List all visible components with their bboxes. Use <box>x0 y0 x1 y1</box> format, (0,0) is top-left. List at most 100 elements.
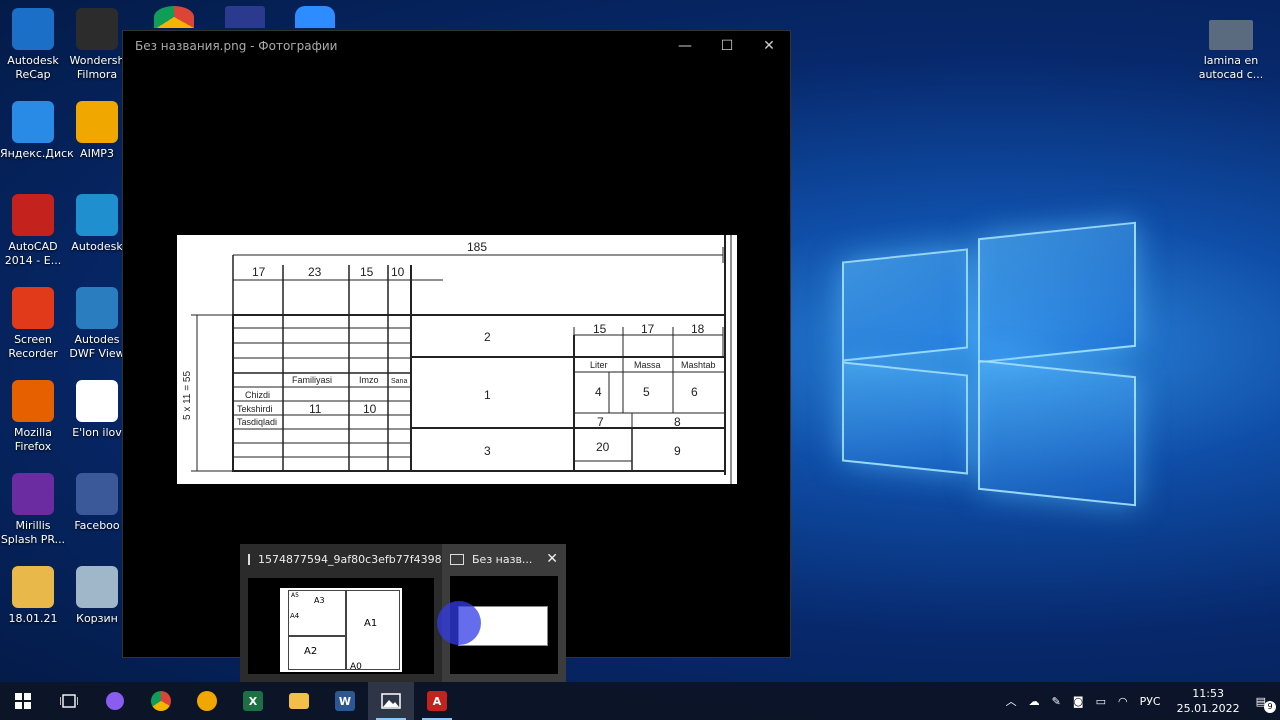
desktop-icon-label: Autodesk <box>71 240 123 253</box>
desktop-icon-label: Mirillis Splash PR... <box>0 519 66 546</box>
taskbar-autocad[interactable]: A <box>414 682 460 720</box>
app-tray-icon[interactable]: ◙ <box>1067 695 1090 708</box>
sheet-label-a4: A4 <box>290 612 300 620</box>
app-icon <box>12 473 54 515</box>
cortana-icon <box>106 692 124 710</box>
taskbar-chrome[interactable] <box>138 682 184 720</box>
sheet-label-a1: A1 <box>364 618 378 629</box>
cell-10: 10 <box>363 402 377 416</box>
desktop-icon[interactable]: Яндекс.Диск <box>0 101 74 161</box>
desktop-icon-label: Wondersh Filmora <box>69 54 125 81</box>
dim-vertical: 5 x 11 = 55 <box>182 371 193 420</box>
taskbar-word[interactable]: W <box>322 682 368 720</box>
window-titlebar[interactable]: Без названия.png - Фотографии — ☐ ✕ <box>123 31 790 61</box>
thumbnail-close-button[interactable]: ✕ <box>546 551 566 567</box>
desktop-icon[interactable]: AutoCAD 2014 - E... <box>0 194 66 268</box>
dim-10: 10 <box>391 265 405 279</box>
app-icon <box>12 8 54 50</box>
clock-date: 25.01.2022 <box>1176 702 1240 715</box>
cell-9: 9 <box>674 444 681 458</box>
desktop-icon[interactable]: Autodes DWF View <box>64 287 130 361</box>
desktop-icon-top-chrome[interactable] <box>150 6 198 32</box>
sheet-label-a5: A5 <box>291 592 299 599</box>
video-file-icon <box>1209 20 1253 50</box>
desktop-icon-label: Autodesk ReCap <box>7 54 59 81</box>
desktop-icon[interactable]: Mozilla Firefox <box>0 380 66 454</box>
app-icon <box>76 473 118 515</box>
clock[interactable]: 11:53 25.01.2022 <box>1167 686 1250 716</box>
sheet-label-a0: A0 <box>350 662 362 672</box>
folder-icon <box>289 693 309 709</box>
taskbar: X W A ︿ ☁ ✎ ◙ ▭ ◠ РУС 11:53 25.01.2022 ▤… <box>0 682 1280 720</box>
pen-icon[interactable]: ✎ <box>1046 695 1067 708</box>
minimize-button[interactable]: — <box>664 38 706 54</box>
cell-11: 11 <box>309 402 322 416</box>
word-icon: W <box>335 691 355 711</box>
title-block-svg: 185 17 23 15 10 15 17 18 5 x 11 = 55 Fam… <box>182 235 732 484</box>
desktop-icon[interactable]: E'lon ilov <box>64 380 130 440</box>
title-block-drawing: 185 17 23 15 10 15 17 18 5 x 11 = 55 Fam… <box>177 235 737 484</box>
maximize-button[interactable]: ☐ <box>706 38 748 54</box>
chrome-icon <box>154 6 194 28</box>
windows-logo-wallpaper <box>780 200 1200 530</box>
desktop-icon[interactable]: Mirillis Splash PR... <box>0 473 66 547</box>
app-icon <box>76 287 118 329</box>
app-icon <box>76 8 118 50</box>
desktop-icon[interactable]: Autodesk <box>64 194 130 254</box>
dim-23: 23 <box>308 265 322 279</box>
row-chizdi: Chizdi <box>245 390 270 400</box>
taskbar-excel[interactable]: X <box>230 682 276 720</box>
thumbnail-preview: A5 A3 A4 A1 A2 A0 <box>248 578 434 674</box>
app-icon <box>12 287 54 329</box>
app-icon <box>12 194 54 236</box>
task-view-button[interactable] <box>46 682 92 720</box>
chevron-up-icon[interactable]: ︿ <box>1000 693 1023 709</box>
app-icon <box>76 194 118 236</box>
start-button[interactable] <box>0 682 46 720</box>
desktop-icon-label: E'lon ilov <box>72 426 122 439</box>
dim-right-18: 18 <box>691 322 705 336</box>
battery-icon[interactable]: ▭ <box>1090 695 1112 708</box>
cortana-button[interactable] <box>92 682 138 720</box>
cell-mashtab: Mashtab <box>681 360 716 370</box>
action-center-button[interactable]: ▤ 9 <box>1250 695 1280 713</box>
col-sana: Sana <box>391 378 407 385</box>
desktop-icon[interactable]: AIMP3 <box>64 101 130 161</box>
zoom-icon <box>295 6 335 28</box>
desktop-icon[interactable]: Корзин <box>64 566 130 626</box>
dim-right-17: 17 <box>641 322 655 336</box>
language-indicator[interactable]: РУС <box>1134 695 1167 708</box>
taskbar-aimp[interactable] <box>184 682 230 720</box>
desktop-icon[interactable]: Wondersh Filmora <box>64 8 130 82</box>
taskbar-explorer[interactable] <box>276 682 322 720</box>
cell-7: 7 <box>597 415 604 429</box>
cell-5: 5 <box>643 385 650 399</box>
taskbar-photos[interactable] <box>368 682 414 720</box>
cell-8: 8 <box>674 415 681 429</box>
cursor-highlight <box>437 601 481 645</box>
app-icon <box>12 380 54 422</box>
sheet-label-a2: A2 <box>304 646 318 657</box>
cloud-icon[interactable]: ☁ <box>1023 695 1046 708</box>
desktop-icon[interactable]: Autodesk ReCap <box>0 8 66 82</box>
app-icon <box>12 566 54 608</box>
taskbar-thumbnail-popup: 1574877594_9af80c3efb77f4398... A5 A3 A4… <box>240 544 566 682</box>
floppy-icon <box>225 6 265 28</box>
desktop-icon-top-save[interactable] <box>222 6 268 32</box>
desktop-icon[interactable]: Screen Recorder <box>0 287 66 361</box>
desktop-icon-label: lamina en autocad c... <box>1198 54 1264 81</box>
dim-right-15: 15 <box>593 322 607 336</box>
task-view-icon <box>60 694 78 708</box>
cell-3: 3 <box>484 444 491 458</box>
thumbnail-window-1[interactable]: 1574877594_9af80c3efb77f4398... A5 A3 A4… <box>240 544 452 682</box>
close-button[interactable]: ✕ <box>748 38 790 54</box>
desktop-icon-top-zoom[interactable] <box>292 6 338 32</box>
cell-6: 6 <box>691 385 698 399</box>
desktop-icon[interactable]: Faceboo <box>64 473 130 533</box>
desktop-icon-lamina[interactable]: lamina en autocad c... <box>1196 20 1266 82</box>
desktop-icon[interactable]: 18.01.21 <box>0 566 66 626</box>
wifi-icon[interactable]: ◠ <box>1112 695 1134 708</box>
desktop-icon-label: AIMP3 <box>80 147 114 160</box>
col-familiyasi: Familiyasi <box>292 375 332 385</box>
app-icon <box>76 380 118 422</box>
